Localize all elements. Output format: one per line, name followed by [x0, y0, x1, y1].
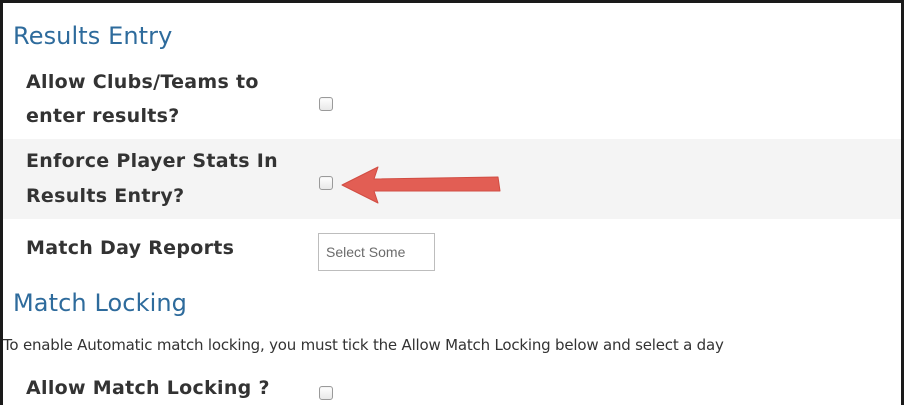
- enforce-stats-label-line1: Enforce Player Stats In: [26, 150, 278, 172]
- allow-match-locking-label: Allow Match Locking ?: [26, 377, 270, 399]
- match-locking-note: To enable Automatic match locking, you m…: [3, 336, 724, 354]
- allow-clubs-checkbox[interactable]: [319, 97, 333, 111]
- settings-panel: Results Entry Allow Clubs/Teams to enter…: [0, 0, 904, 405]
- enforce-stats-label-line2: Results Entry?: [26, 185, 185, 207]
- allow-match-locking-checkbox[interactable]: [319, 386, 333, 400]
- allow-clubs-label-line1: Allow Clubs/Teams to: [26, 71, 259, 93]
- match-day-reports-select[interactable]: Select Some: [318, 233, 435, 271]
- setting-row-match-day-reports: Match Day Reports: [3, 229, 901, 273]
- enforce-stats-checkbox[interactable]: [319, 176, 333, 190]
- section-title-match-locking: Match Locking: [13, 289, 187, 317]
- setting-row-allow-clubs: Allow Clubs/Teams to enter results?: [3, 63, 901, 139]
- match-day-reports-label: Match Day Reports: [26, 237, 235, 259]
- allow-clubs-label-line2: enter results?: [26, 105, 180, 127]
- red-arrow-annotation: [341, 166, 501, 204]
- setting-row-allow-match-locking: Allow Match Locking ?: [3, 371, 901, 405]
- section-title-results-entry: Results Entry: [13, 22, 173, 50]
